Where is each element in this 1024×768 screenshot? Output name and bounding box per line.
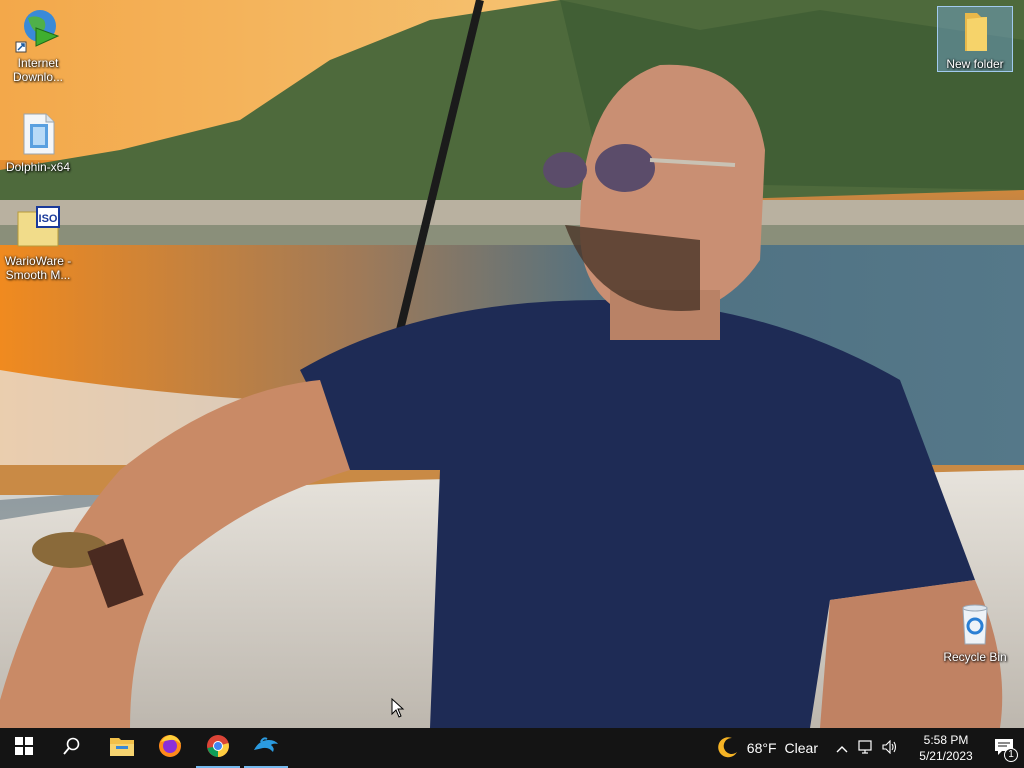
start-icon bbox=[15, 736, 33, 760]
taskbar-dolphin[interactable] bbox=[242, 728, 290, 768]
taskbar-firefox[interactable] bbox=[146, 728, 194, 768]
weather-widget[interactable]: 68°F Clear bbox=[713, 728, 822, 768]
notification-count-badge: 1 bbox=[1004, 748, 1018, 762]
iso-file-icon: ISO bbox=[14, 204, 62, 252]
network-button[interactable] bbox=[854, 728, 878, 768]
desktop-icon-label: Internet Downlo... bbox=[12, 56, 64, 84]
taskbar: 68°F Clear 5:58 PM 5/21/2023 1 bbox=[0, 728, 1024, 768]
desktop-icon-new-folder[interactable]: New folder bbox=[937, 6, 1013, 72]
action-center-button[interactable]: 1 bbox=[984, 728, 1024, 768]
desktop-icon-internet-download-manager[interactable]: Internet Downlo... bbox=[0, 6, 76, 84]
weather-temperature: 68°F bbox=[746, 740, 777, 756]
network-icon bbox=[858, 739, 874, 757]
desktop-icon-warioware-iso[interactable]: ISO WarioWare - Smooth M... bbox=[0, 204, 76, 282]
show-hidden-icons-button[interactable] bbox=[830, 728, 854, 768]
dolphin-icon bbox=[253, 736, 279, 761]
svg-text:ISO: ISO bbox=[39, 213, 58, 225]
taskbar-clock[interactable]: 5:58 PM 5/21/2023 bbox=[908, 732, 984, 764]
mouse-cursor bbox=[391, 697, 405, 723]
speaker-icon bbox=[882, 739, 898, 757]
file-explorer-icon bbox=[110, 736, 134, 761]
volume-button[interactable] bbox=[878, 728, 902, 768]
folder-icon bbox=[951, 7, 999, 55]
desktop-icon-recycle-bin[interactable]: Recycle Bin bbox=[937, 600, 1013, 664]
desktop-icon-label: Recycle Bin bbox=[943, 650, 1007, 664]
moon-icon bbox=[717, 736, 739, 761]
clock-date: 5/21/2023 bbox=[919, 749, 973, 763]
clock-time: 5:58 PM bbox=[923, 733, 969, 747]
taskbar-chrome[interactable] bbox=[194, 728, 242, 768]
taskbar-file-explorer[interactable] bbox=[98, 728, 146, 768]
weather-condition: Clear bbox=[784, 740, 818, 756]
system-tray: 68°F Clear 5:58 PM 5/21/2023 1 bbox=[713, 728, 1024, 768]
recycle-bin-icon bbox=[951, 600, 999, 648]
desktop-icon-label: WarioWare - Smooth M... bbox=[4, 254, 72, 282]
chrome-icon bbox=[206, 734, 230, 763]
desktop-icon-dolphin-x64[interactable]: Dolphin-x64 bbox=[0, 110, 76, 174]
desktop-icon-label: New folder bbox=[946, 57, 1004, 71]
search-icon bbox=[63, 737, 81, 760]
desktop-wallpaper bbox=[0, 0, 1024, 728]
desktop-icon-label: Dolphin-x64 bbox=[5, 160, 71, 174]
start-button[interactable] bbox=[0, 728, 48, 768]
search-button[interactable] bbox=[48, 728, 96, 768]
firefox-icon bbox=[158, 734, 182, 763]
idm-globe-icon bbox=[14, 6, 62, 54]
chevron-up-icon bbox=[836, 740, 848, 756]
dolphin-file-icon bbox=[14, 110, 62, 158]
